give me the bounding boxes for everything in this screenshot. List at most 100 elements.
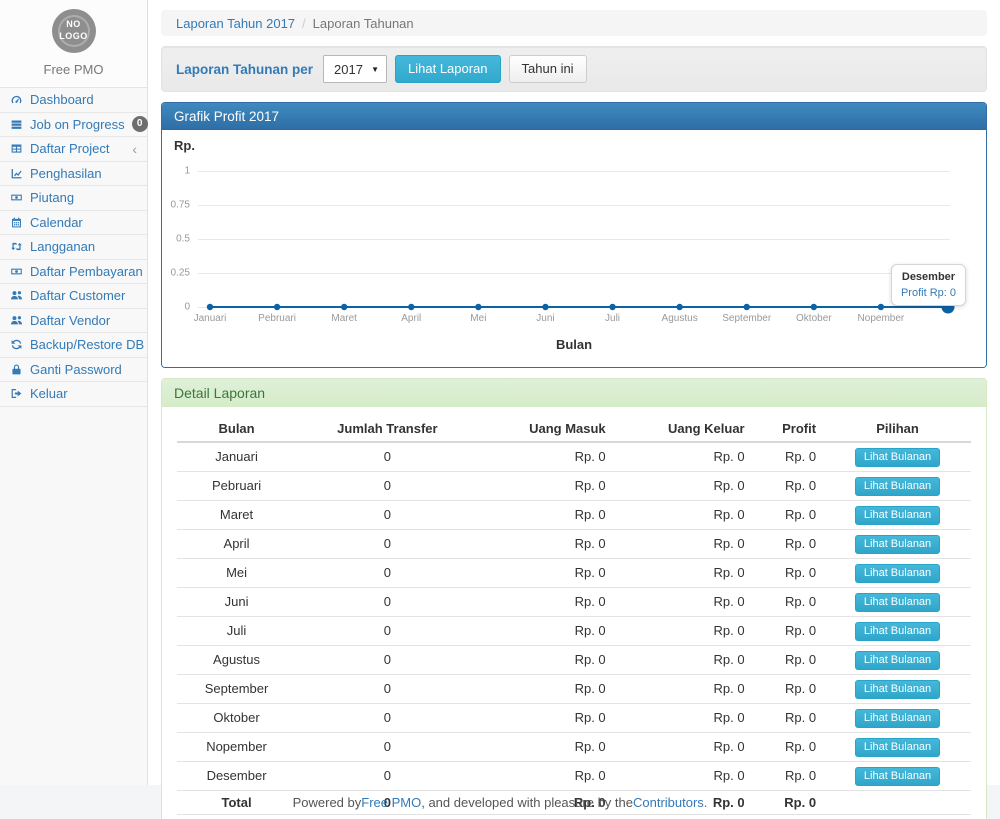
breadcrumb-separator: / [295,16,313,31]
cell-pilihan: Lihat Bulanan [824,530,971,559]
tasks-icon [10,118,23,131]
x-tick-label: September [722,313,771,324]
sidebar-item-daftar-pembayaran[interactable]: Daftar Pembayaran [0,260,147,285]
lihat-bulanan-button[interactable]: Lihat Bulanan [855,680,940,699]
data-point-juni[interactable] [542,304,548,310]
refresh-icon [10,338,23,351]
main-content: Laporan Tahun 2017 / Laporan Tahunan Lap… [148,0,1000,785]
cell-uang-masuk: Rp. 0 [479,646,614,675]
x-tick-label: Agustus [662,313,698,324]
data-point-nopember[interactable] [878,304,884,310]
table-row: Oktober0Rp. 0Rp. 0Rp. 0Lihat Bulanan [177,704,971,733]
breadcrumb-active: Laporan Tahunan [313,16,414,31]
cell-pilihan: Lihat Bulanan [824,472,971,501]
detail-report-panel: Detail Laporan BulanJumlah TransferUang … [161,378,987,819]
lihat-bulanan-button[interactable]: Lihat Bulanan [855,622,940,641]
sidebar-item-calendar[interactable]: Calendar [0,211,147,236]
lihat-bulanan-button[interactable]: Lihat Bulanan [855,593,940,612]
data-point-maret[interactable] [341,304,347,310]
lihat-bulanan-button[interactable]: Lihat Bulanan [855,535,940,554]
chart-plot[interactable]: 10.750.50.250JanuariPebruariMaretAprilMe… [198,171,950,307]
cell-pilihan: Lihat Bulanan [824,617,971,646]
footer-brand-link[interactable]: Free PMO [361,795,421,810]
lihat-bulanan-button[interactable]: Lihat Bulanan [855,477,940,496]
cell-uang-masuk: Rp. 0 [479,704,614,733]
cell-jumlah-transfer: 0 [296,530,479,559]
lihat-bulanan-button[interactable]: Lihat Bulanan [855,564,940,583]
sidebar-item-label: Ganti Password [30,362,122,377]
data-point-april[interactable] [408,304,414,310]
chevron-left-icon: ‹ [132,142,137,156]
sidebar: NO LOGO Free PMO DashboardJob on Progres… [0,0,148,785]
sidebar-item-daftar-customer[interactable]: Daftar Customer [0,284,147,309]
table-row: Agustus0Rp. 0Rp. 0Rp. 0Lihat Bulanan [177,646,971,675]
lihat-bulanan-button[interactable]: Lihat Bulanan [855,448,940,467]
tahun-ini-button[interactable]: Tahun ini [509,55,587,83]
cell-uang-keluar: Rp. 0 [614,442,753,472]
data-point-mei[interactable] [475,304,481,310]
year-select[interactable]: 2017 ▼ [323,55,387,83]
cell-bulan: Juni [177,588,296,617]
cell-pilihan: Lihat Bulanan [824,733,971,762]
cell-bulan: Nopember [177,733,296,762]
cell-bulan: Total [177,791,296,815]
data-point-januari[interactable] [207,304,213,310]
app-window: NO LOGO Free PMO DashboardJob on Progres… [0,0,1000,819]
cell-bulan: Januari [177,442,296,472]
sidebar-item-langganan[interactable]: Langganan [0,235,147,260]
breadcrumb-link[interactable]: Laporan Tahun 2017 [176,16,295,31]
lihat-laporan-button[interactable]: Lihat Laporan [395,55,501,83]
cell-pilihan: Lihat Bulanan [824,704,971,733]
sidebar-item-penghasilan[interactable]: Penghasilan [0,162,147,187]
data-point-september[interactable] [744,304,750,310]
sidebar-item-keluar[interactable]: Keluar [0,382,147,407]
cell-jumlah-transfer: 0 [296,762,479,791]
sidebar-item-daftar-vendor[interactable]: Daftar Vendor [0,309,147,334]
data-point-agustus[interactable] [676,304,682,310]
lihat-bulanan-button[interactable]: Lihat Bulanan [855,651,940,670]
lihat-bulanan-button[interactable]: Lihat Bulanan [855,738,940,757]
lihat-bulanan-button[interactable]: Lihat Bulanan [855,767,940,786]
cell-pilihan: Lihat Bulanan [824,559,971,588]
tooltip-value: Profit Rp: 0 [901,287,956,299]
sidebar-item-label: Backup/Restore DB [30,337,144,352]
sidebar-item-label: Daftar Pembayaran [30,264,143,279]
cell-uang-masuk: Rp. 0 [479,530,614,559]
cell-uang-masuk: Rp. 0 [479,472,614,501]
table-row: Mei0Rp. 0Rp. 0Rp. 0Lihat Bulanan [177,559,971,588]
cell-uang-masuk: Rp. 0 [479,733,614,762]
cell-uang-keluar: Rp. 0 [614,588,753,617]
x-tick-label: Mei [470,313,486,324]
sidebar-item-label: Piutang [30,190,74,205]
table-row: Maret0Rp. 0Rp. 0Rp. 0Lihat Bulanan [177,501,971,530]
logo-box: NO LOGO Free PMO [0,0,147,87]
data-point-juli[interactable] [609,304,615,310]
sidebar-item-ganti-password[interactable]: Ganti Password [0,358,147,383]
cell-uang-keluar: Rp. 0 [614,733,753,762]
sidebar-item-label: Calendar [30,215,83,230]
sidebar-item-job-on-progress[interactable]: Job on Progress0 [0,113,147,138]
cell-bulan: April [177,530,296,559]
data-point-pebruari[interactable] [274,304,280,310]
cell-profit: Rp. 0 [753,472,824,501]
detail-table-body: Januari0Rp. 0Rp. 0Rp. 0Lihat BulananPebr… [177,442,971,815]
y-tick-label: 0.75 [171,200,190,211]
x-tick-label: Maret [331,313,357,324]
lihat-bulanan-button[interactable]: Lihat Bulanan [855,709,940,728]
footer-contributors-link[interactable]: Contributors. [633,795,707,810]
sidebar-item-label: Keluar [30,386,68,401]
lihat-bulanan-button[interactable]: Lihat Bulanan [855,506,940,525]
sidebar-item-piutang[interactable]: Piutang [0,186,147,211]
sidebar-item-backup-restore-db[interactable]: Backup/Restore DB [0,333,147,358]
cell-jumlah-transfer: 0 [296,559,479,588]
cell-uang-keluar: Rp. 0 [614,646,753,675]
chart-tooltip: Desember Profit Rp: 0 [891,264,966,306]
table-header-row: BulanJumlah TransferUang MasukUang Kelua… [177,417,971,442]
profit-chart-panel: Grafik Profit 2017 Rp. 10.750.50.250Janu… [161,102,987,368]
cell-uang-keluar: Rp. 0 [614,675,753,704]
data-point-oktober[interactable] [811,304,817,310]
table-row: Januari0Rp. 0Rp. 0Rp. 0Lihat Bulanan [177,442,971,472]
cell-uang-masuk: Rp. 0 [479,762,614,791]
sidebar-item-dashboard[interactable]: Dashboard [0,88,147,113]
sidebar-item-daftar-project[interactable]: Daftar Project‹ [0,137,147,162]
